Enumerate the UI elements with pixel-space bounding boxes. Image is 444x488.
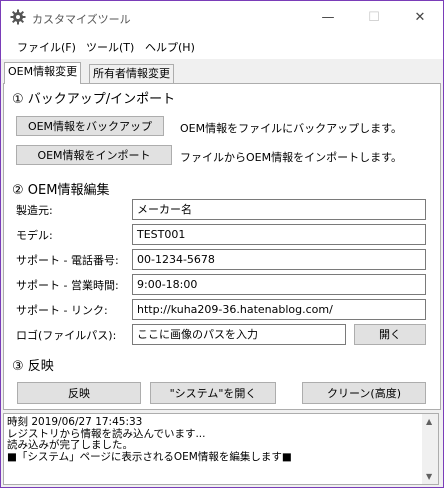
import-description: ファイルからOEM情報をインポートします。 [180, 151, 402, 164]
support-phone-field[interactable]: 00-1234-5678 [132, 249, 426, 270]
log-text: 時刻 2019/06/27 17:45:33 レジストリから情報を読み込んでいます… [7, 416, 292, 463]
log-line: ■「システム」ページに表示されるOEM情報を編集します■ [7, 450, 292, 463]
manufacturer-field[interactable]: メーカー名 [132, 199, 426, 220]
apply-section-heading: ③ 反映 [12, 359, 54, 374]
scroll-up-icon[interactable]: ▲ [426, 417, 432, 426]
log-line: 時刻 2019/06/27 17:45:33 [7, 416, 143, 428]
apply-button[interactable]: 反映 [17, 382, 141, 404]
minimize-button[interactable]: — [305, 1, 351, 35]
model-label: モデル: [16, 229, 53, 242]
support-link-field[interactable]: http://kuha209-36.hatenablog.com/ [132, 299, 426, 320]
import-oem-button[interactable]: OEM情報をインポート [16, 145, 172, 165]
menu-bar: ファイル(F) ツール(T) ヘルプ(H) [1, 35, 443, 59]
edit-section-heading: ② OEM情報編集 [12, 183, 110, 198]
cleanup-advanced-button[interactable]: クリーン(高度) [302, 382, 426, 404]
maximize-button[interactable]: ☐ [351, 1, 397, 35]
backup-oem-button[interactable]: OEM情報をバックアップ [16, 116, 164, 136]
window-title: カスタマイズツール [32, 13, 131, 26]
log-line: 読み込みが完了しました。 [7, 439, 133, 451]
support-hours-field[interactable]: 9:00-18:00 [132, 274, 426, 295]
logo-path-label: ロゴ(ファイルパス): [16, 329, 117, 342]
menu-help[interactable]: ヘルプ(H) [145, 39, 195, 55]
support-phone-label: サポート - 電話番号: [16, 254, 119, 267]
menu-file[interactable]: ファイル(F) [17, 39, 76, 55]
backup-section-heading: ① バックアップ/インポート [12, 92, 176, 107]
manufacturer-label: 製造元: [16, 204, 53, 217]
tab-strip: OEM情報変更 所有者情報変更 [1, 59, 443, 84]
tab-owner-info[interactable]: 所有者情報変更 [89, 64, 174, 83]
support-link-label: サポート - リンク: [16, 304, 108, 317]
open-logo-button[interactable]: 開く [354, 324, 426, 345]
oem-info-panel: ① バックアップ/インポート OEM情報をバックアップ OEM情報をファイルにバ… [3, 83, 441, 410]
menu-tools[interactable]: ツール(T) [86, 39, 134, 55]
backup-description: OEM情報をファイルにバックアップします。 [180, 122, 402, 135]
logo-path-field[interactable]: ここに画像のパスを入力 [132, 324, 346, 345]
app-window: カスタマイズツール — ☐ ✕ ファイル(F) ツール(T) ヘルプ(H) OE… [0, 0, 444, 488]
log-output[interactable]: 時刻 2019/06/27 17:45:33 レジストリから情報を読み込んでいます… [3, 413, 439, 485]
model-field[interactable]: TEST001 [132, 224, 426, 245]
tab-oem-info[interactable]: OEM情報変更 [4, 62, 82, 84]
close-button[interactable]: ✕ [397, 1, 443, 35]
scroll-down-icon[interactable]: ▼ [426, 472, 432, 481]
log-scrollbar[interactable]: ▲ ▼ [422, 414, 438, 484]
title-bar: カスタマイズツール — ☐ ✕ [1, 1, 443, 35]
support-hours-label: サポート - 営業時間: [16, 279, 119, 292]
open-system-button[interactable]: "システム"を開く [150, 382, 276, 404]
gear-icon [10, 9, 26, 25]
